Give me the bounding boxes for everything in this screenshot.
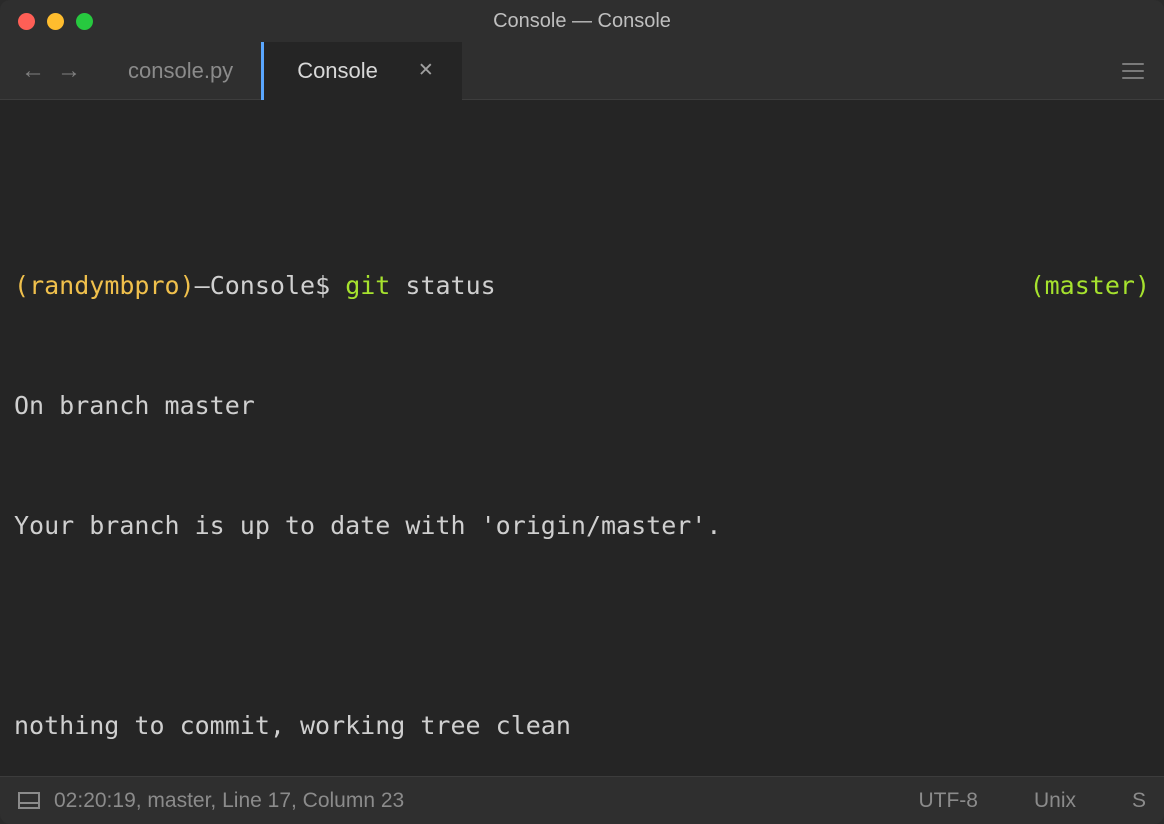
traffic-lights <box>0 13 93 30</box>
close-window-button[interactable] <box>18 13 35 30</box>
app-window: Console — Console ← → console.py Console… <box>0 0 1164 824</box>
close-tab-icon[interactable]: ✕ <box>418 59 434 82</box>
title-bar[interactable]: Console — Console <box>0 0 1164 42</box>
window-title: Console — Console <box>0 10 1164 33</box>
output-line: Your branch is up to date with 'origin/m… <box>14 506 1150 546</box>
prompt-dir: –Console$ <box>195 271 346 300</box>
overflow-menu-icon[interactable] <box>1122 63 1144 79</box>
status-lineending[interactable]: Unix <box>1006 789 1104 813</box>
status-bar: 02:20:19, master, Line 17, Column 23 UTF… <box>0 776 1164 824</box>
tab-label: Console <box>297 58 378 84</box>
status-encoding[interactable]: UTF-8 <box>890 789 1006 813</box>
status-left[interactable]: 02:20:19, master, Line 17, Column 23 <box>54 789 404 813</box>
tab-console[interactable]: Console ✕ <box>261 42 462 100</box>
prompt-line: (randymbpro)–Console$ git status (master) <box>14 266 1150 306</box>
output-line: On branch master <box>14 386 1150 426</box>
tab-console-py[interactable]: console.py <box>92 42 261 100</box>
minimize-window-button[interactable] <box>47 13 64 30</box>
status-syntax[interactable]: S <box>1104 789 1146 813</box>
nav-back-button[interactable]: ← <box>20 58 46 84</box>
tab-bar: ← → console.py Console ✕ <box>0 42 1164 100</box>
terminal-view[interactable]: (randymbpro)–Console$ git status (master)… <box>0 100 1164 776</box>
nav-forward-button[interactable]: → <box>56 58 82 84</box>
branch-indicator: (master) <box>1030 266 1150 306</box>
command-arg: status <box>390 271 495 300</box>
zoom-window-button[interactable] <box>76 13 93 30</box>
tab-label: console.py <box>128 58 233 84</box>
output-line: nothing to commit, working tree clean <box>14 706 1150 746</box>
command-text: git <box>345 271 390 300</box>
panel-icon[interactable] <box>18 792 40 809</box>
prompt-host: (randymbpro) <box>14 271 195 300</box>
